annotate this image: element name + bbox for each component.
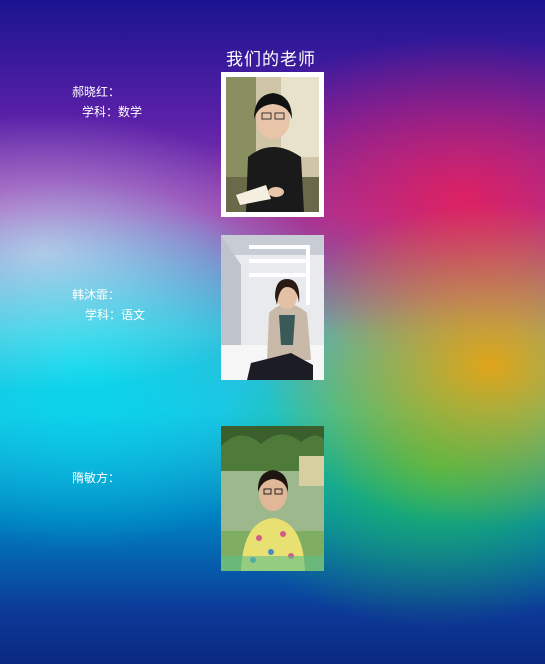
teacher-name-2: 韩沐霏： — [72, 288, 121, 302]
teacher-photo-2[interactable] — [221, 235, 324, 380]
page-title: 我们的老师 — [226, 50, 316, 70]
teacher-photo-1[interactable] — [221, 72, 324, 217]
teacher-photo-3[interactable] — [221, 426, 324, 571]
teacher-name-1: 郝晓红： — [72, 85, 121, 99]
teacher-name-3: 隋敏方： — [72, 471, 121, 485]
teacher-subject-1: 学科：数学 — [82, 105, 143, 119]
teacher-subject-2: 学科：语文 — [85, 308, 146, 322]
